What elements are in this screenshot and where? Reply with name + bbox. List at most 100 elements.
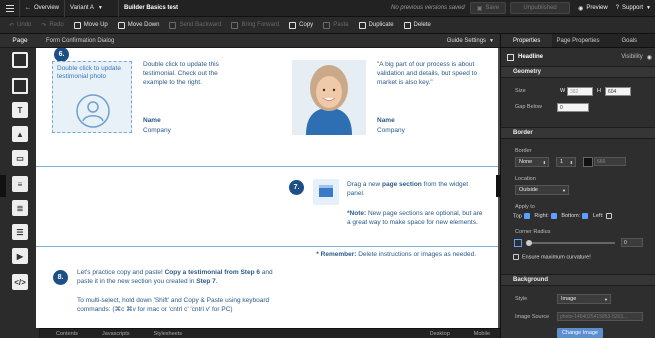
version-status: No previous versions saved bbox=[391, 5, 465, 11]
preview-button[interactable]: ◉ Preview bbox=[574, 0, 612, 17]
note-bold: *Note: bbox=[347, 210, 367, 217]
mobile-toggle[interactable]: Mobile bbox=[474, 331, 490, 337]
paste-label: Paste bbox=[333, 22, 349, 28]
back-arrow-icon: ← bbox=[25, 5, 31, 11]
desktop-toggle[interactable]: Desktop bbox=[430, 331, 450, 337]
send-backward-button[interactable]: Send Backward bbox=[164, 17, 226, 34]
tab-page-properties[interactable]: Page Properties bbox=[552, 34, 603, 47]
menu-button[interactable] bbox=[0, 0, 20, 17]
section-widget-icon[interactable] bbox=[12, 52, 28, 68]
testimonial-name-2[interactable]: Name bbox=[377, 117, 395, 124]
image-widget-icon[interactable]: ▲ bbox=[12, 126, 28, 142]
stylesheets-tab[interactable]: Stylesheets bbox=[154, 331, 182, 337]
text-lines-widget-icon[interactable]: ☰ bbox=[12, 224, 28, 240]
code-widget-icon[interactable]: </> bbox=[12, 274, 28, 290]
paste-button[interactable]: Paste bbox=[318, 17, 353, 34]
gap-below-input[interactable]: 0 bbox=[557, 103, 589, 112]
bottom-checkbox[interactable] bbox=[582, 213, 589, 219]
change-image-button[interactable]: Change Image bbox=[557, 328, 603, 338]
border-color-swatch[interactable] bbox=[583, 157, 593, 167]
drag-text: Drag a new bbox=[347, 181, 383, 188]
height-input[interactable]: 604 bbox=[605, 87, 631, 96]
border-style-select[interactable]: None ⬍ bbox=[515, 157, 549, 167]
testimonial-text[interactable]: Double click to update this testimonial.… bbox=[143, 60, 243, 87]
list-widget-icon[interactable]: ≣ bbox=[12, 200, 28, 216]
undo-button[interactable]: ↶ Undo bbox=[4, 17, 36, 34]
move-up-label: Move Up bbox=[83, 22, 108, 28]
form-widget-icon[interactable]: ≡ bbox=[12, 176, 28, 192]
curvature-checkbox[interactable] bbox=[513, 254, 519, 260]
duplicate-button[interactable]: Duplicate bbox=[354, 17, 399, 34]
box-widget-icon[interactable] bbox=[12, 78, 28, 94]
multi-select-text[interactable]: To multi-select, hold down 'Shift' and C… bbox=[77, 296, 277, 314]
note-text[interactable]: *Note: New page sections are optional, b… bbox=[347, 209, 487, 227]
contents-tab[interactable]: Contents bbox=[56, 331, 78, 337]
element-header: Headline Visibility ◉ bbox=[501, 50, 655, 64]
drag-bold: page section bbox=[382, 181, 422, 188]
testimonial-company-2[interactable]: Company bbox=[377, 127, 405, 134]
page-canvas[interactable]: 6. Double click to update testimonial ph… bbox=[36, 48, 498, 328]
location-select[interactable]: Outside ▼ bbox=[515, 185, 569, 195]
image-source-input[interactable]: photo-1464025415853-5263... bbox=[557, 312, 643, 321]
width-input[interactable]: 382 bbox=[567, 87, 593, 96]
delete-button[interactable]: Delete bbox=[399, 17, 436, 34]
top-bar: ← Overview Variant A ▼ Builder Basics te… bbox=[0, 0, 655, 17]
overview-button[interactable]: ← Overview bbox=[20, 0, 66, 17]
corner-lock-icon[interactable] bbox=[514, 239, 522, 247]
location-value: Outside bbox=[519, 187, 538, 193]
video-widget-icon[interactable]: ▶ bbox=[12, 248, 28, 264]
move-down-button[interactable]: Move Down bbox=[113, 17, 165, 34]
chevron-down-icon: ▼ bbox=[97, 5, 103, 11]
left-checkbox[interactable] bbox=[605, 213, 612, 219]
guide-settings-button[interactable]: Guide Settings ▼ bbox=[447, 38, 494, 44]
redo-button[interactable]: ↷ Redo bbox=[36, 17, 68, 34]
border-style-value: None bbox=[519, 159, 533, 165]
background-style-select[interactable]: Image ▼ bbox=[557, 294, 611, 304]
eye-icon[interactable]: ◉ bbox=[647, 54, 652, 61]
left-label: Left: bbox=[592, 213, 604, 220]
chevron-down-icon: ▼ bbox=[646, 5, 651, 11]
testimonial-quote[interactable]: "A big part of our process is about vali… bbox=[377, 60, 492, 87]
javascripts-tab[interactable]: Javascripts bbox=[102, 331, 130, 337]
left-collapse-handle[interactable] bbox=[0, 175, 6, 197]
testimonial-photo-placeholder[interactable]: Double click to update testimonial photo bbox=[52, 61, 132, 133]
border-width-select[interactable]: 1 ⬍ bbox=[556, 157, 576, 167]
top-checkbox[interactable] bbox=[523, 213, 530, 219]
move-up-icon bbox=[73, 21, 81, 29]
save-button[interactable]: ▣ Save bbox=[469, 2, 507, 14]
gap-below-label: Gap Below bbox=[515, 104, 542, 110]
right-checkbox[interactable] bbox=[550, 213, 557, 219]
delete-label: Delete bbox=[413, 22, 431, 28]
testimonial-company[interactable]: Company bbox=[143, 127, 171, 134]
testimonial-photo[interactable] bbox=[292, 60, 366, 135]
tab-goals[interactable]: Goals bbox=[604, 34, 655, 47]
section-icon bbox=[319, 185, 333, 197]
border-section-header[interactable]: Border bbox=[501, 127, 655, 139]
hamburger-icon bbox=[5, 4, 14, 12]
corner-radius-input[interactable]: 0 bbox=[621, 238, 643, 247]
remember-text[interactable]: * Remember: Delete instructions or image… bbox=[316, 251, 476, 258]
geometry-section-header[interactable]: Geometry bbox=[501, 66, 655, 78]
slider-handle[interactable] bbox=[526, 240, 532, 246]
background-section-header[interactable]: Background bbox=[501, 274, 655, 286]
dialog-tab[interactable]: Form Confirmation Dialog bbox=[46, 38, 114, 44]
copy-button[interactable]: Copy bbox=[284, 17, 318, 34]
border-color-input[interactable]: 666 bbox=[594, 157, 626, 166]
unpublished-button[interactable]: Unpublished bbox=[510, 2, 571, 14]
unpublished-label: Unpublished bbox=[523, 5, 557, 11]
testimonial-name[interactable]: Name bbox=[143, 117, 161, 124]
text-widget-icon[interactable]: T bbox=[12, 102, 28, 118]
bring-forward-button[interactable]: Bring Forward bbox=[226, 17, 284, 34]
support-button[interactable]: ? Support ▼ bbox=[612, 0, 655, 17]
move-up-button[interactable]: Move Up bbox=[69, 17, 113, 34]
corner-radius-slider[interactable] bbox=[526, 240, 615, 246]
practice-text[interactable]: Let's practice copy and paste! Copy a te… bbox=[77, 268, 277, 286]
variant-selector[interactable]: Variant A ▼ bbox=[65, 0, 120, 17]
bottom-bar: Contents Javascripts Stylesheets Desktop… bbox=[40, 328, 500, 338]
tab-properties[interactable]: Properties bbox=[501, 34, 553, 47]
button-widget-icon[interactable]: ▭ bbox=[12, 150, 28, 166]
step-7-badge: 7. bbox=[289, 180, 304, 195]
drag-instruction[interactable]: Drag a new page section from the widget … bbox=[347, 180, 487, 198]
chevron-down-icon: ▼ bbox=[562, 187, 566, 193]
tab-page[interactable]: Page bbox=[0, 37, 40, 44]
